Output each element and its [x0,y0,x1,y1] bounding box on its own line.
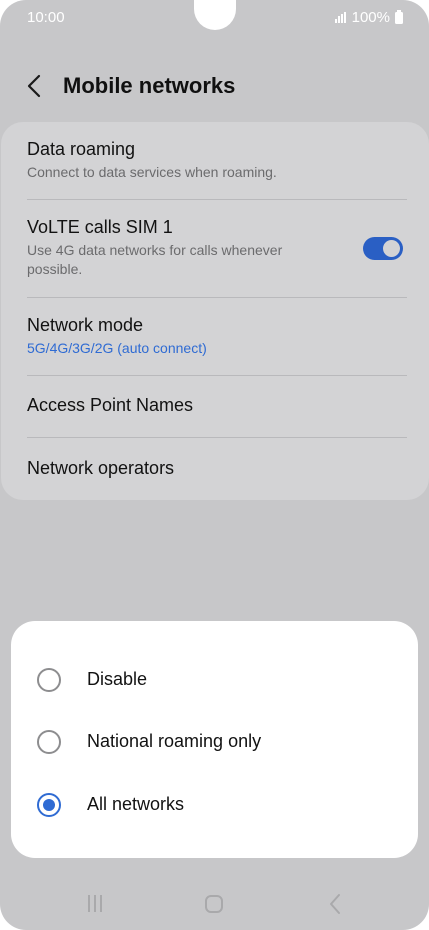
option-label: Disable [87,669,148,689]
option-disable[interactable]: Disable [11,655,418,705]
navigation-bar [0,874,429,930]
divider [27,375,407,376]
status-time: 10:00 [27,9,65,26]
option-national-roaming[interactable]: National roaming only [11,717,418,767]
settings-card: Data roaming Connect to data services wh… [1,122,429,500]
header: Mobile networks [0,64,429,108]
camera-notch [194,0,236,30]
status-bar: 10:00 100% [0,0,429,34]
setting-network-mode[interactable]: Network mode 5G/4G/3G/2G (auto connect) [27,315,403,358]
signal-icon [334,12,346,23]
back-icon[interactable] [22,72,48,100]
option-label: National roaming only [87,731,262,751]
setting-title: Network mode [27,315,144,335]
setting-access-point-names[interactable]: Access Point Names [27,395,403,416]
setting-subtitle: Connect to data services when roaming. [27,164,277,180]
radio-unchecked-icon[interactable] [37,668,61,692]
setting-title: Access Point Names [27,395,194,415]
toggle-knob [383,240,400,257]
phone-screen: 10:00 100% Mobile networks Data roaming … [0,0,429,930]
radio-unchecked-icon[interactable] [37,730,61,754]
setting-data-roaming[interactable]: Data roaming Connect to data services wh… [27,139,403,182]
setting-title: Network operators [27,458,175,478]
setting-volte[interactable]: VoLTE calls SIM 1 Use 4G data networks f… [27,217,339,279]
battery-percent: 100% [351,9,390,26]
battery-icon [395,9,403,24]
nav-back-icon[interactable] [320,892,350,916]
home-icon[interactable] [200,892,230,916]
recents-icon[interactable] [80,892,110,916]
divider [27,297,407,298]
option-label: All networks [87,794,185,814]
radio-checked-icon[interactable] [37,793,61,817]
setting-title: Data roaming [27,139,136,159]
status-right: 100% [334,9,403,26]
divider [27,199,407,200]
setting-value: 5G/4G/3G/2G (auto connect) [27,340,207,356]
setting-network-operators[interactable]: Network operators [27,458,403,479]
setting-subtitle: Use 4G data networks for calls whenever … [27,242,283,277]
volte-toggle[interactable] [363,237,403,260]
setting-title: VoLTE calls SIM 1 [27,217,173,237]
divider [27,437,407,438]
option-all-networks[interactable]: All networks [11,780,418,830]
roaming-options-sheet: Disable National roaming only All networ… [11,621,418,858]
page-title: Mobile networks [63,73,236,98]
